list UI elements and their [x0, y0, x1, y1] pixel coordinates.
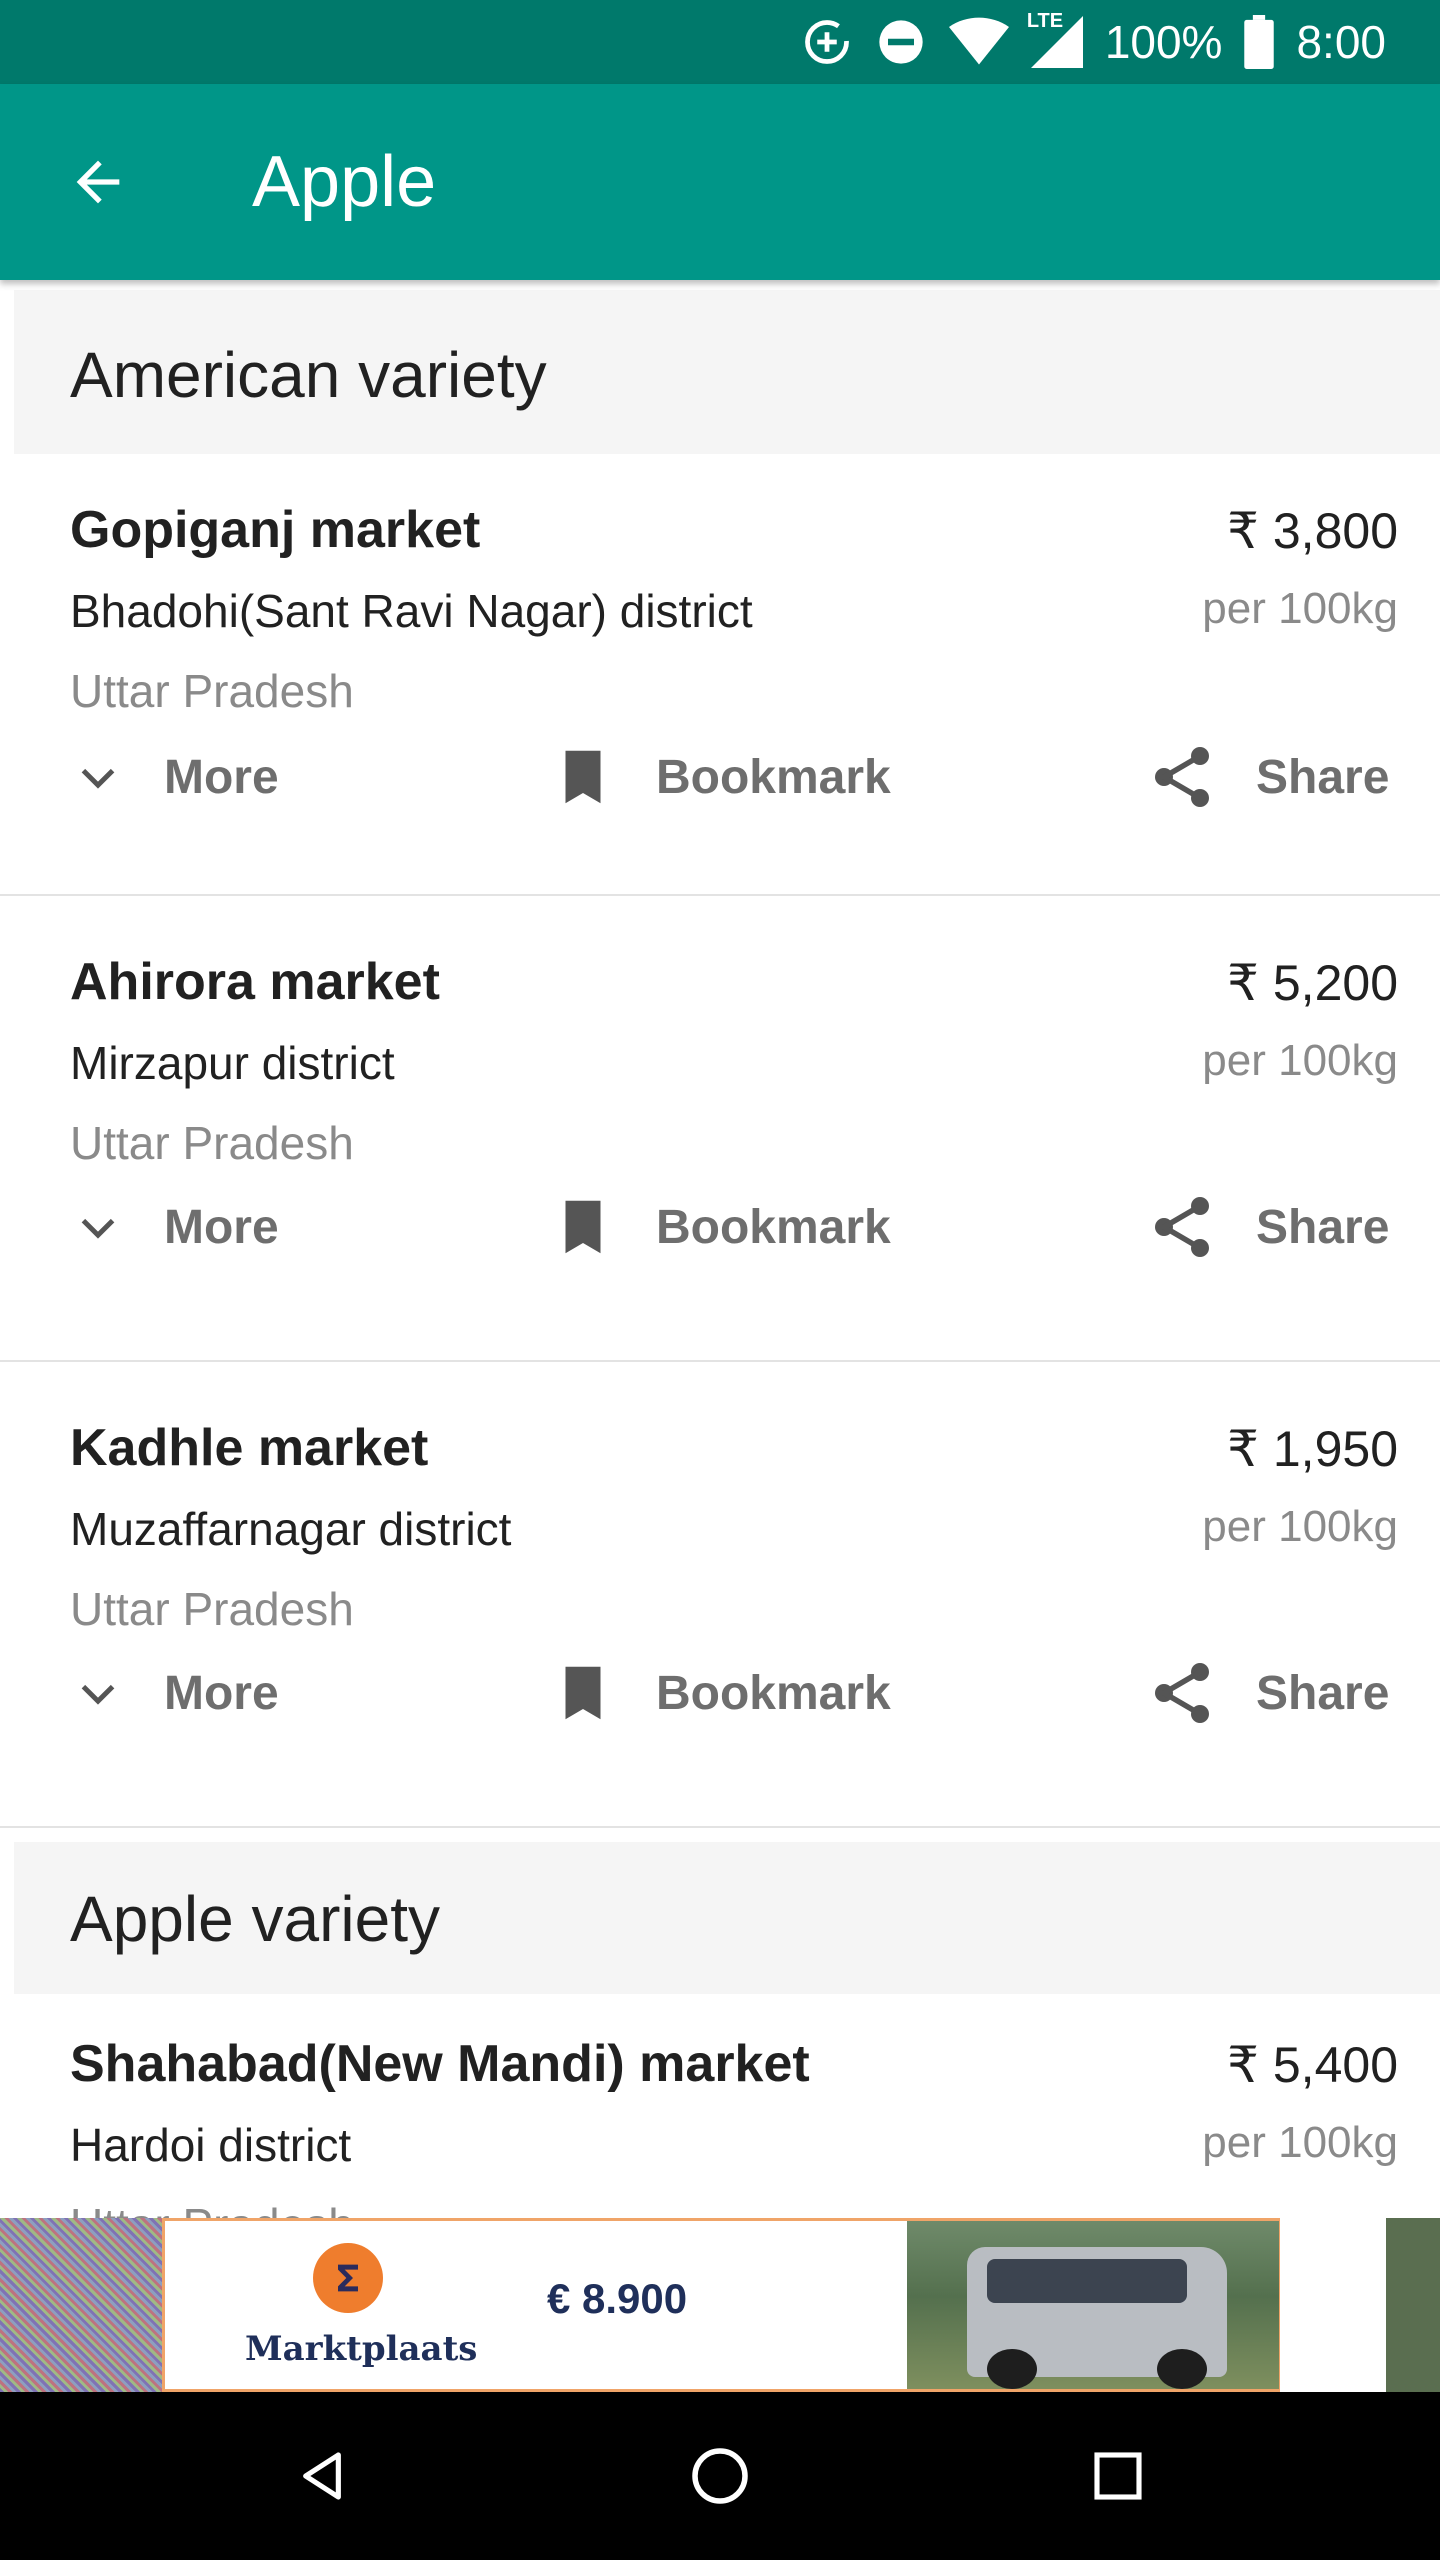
nav-back-button[interactable] [282, 2436, 362, 2516]
bookmark-button[interactable]: Bookmark [548, 1648, 891, 1738]
district: Mirzapur district [70, 1037, 395, 1089]
price: ₹ 1,950 [1227, 1421, 1398, 1477]
bookmark-icon [548, 1658, 618, 1728]
more-button[interactable]: More [70, 732, 279, 822]
share-button[interactable]: Share [1146, 1182, 1389, 1272]
market-name: Shahabad(New Mandi) market [70, 2035, 810, 2093]
wifi-icon [948, 16, 1009, 68]
more-label: More [164, 1666, 279, 1720]
share-button[interactable]: Share [1146, 732, 1389, 822]
price-unit: per 100kg [1202, 1502, 1398, 1551]
bookmark-icon [548, 742, 618, 812]
nav-home-button[interactable] [680, 2436, 760, 2516]
circle-home-icon [692, 2448, 748, 2504]
state: Uttar Pradesh [70, 1117, 354, 1169]
card-actions: More Bookmark Share [0, 1182, 1440, 1272]
share-icon [1146, 741, 1218, 813]
market-name: Kadhle market [70, 1419, 429, 1477]
system-nav-bar [0, 2392, 1440, 2560]
price: ₹ 3,800 [1227, 503, 1398, 559]
bookmark-button[interactable]: Bookmark [548, 732, 891, 822]
market-name: Gopiganj market [70, 501, 481, 559]
market-name: Ahirora market [70, 953, 440, 1011]
share-icon [1146, 1191, 1218, 1263]
district: Hardoi district [70, 2119, 352, 2171]
share-label: Share [1256, 750, 1390, 804]
price-unit: per 100kg [1202, 2118, 1398, 2167]
district: Muzaffarnagar district [70, 1503, 512, 1555]
battery-icon [1244, 15, 1275, 69]
state: Uttar Pradesh [70, 665, 354, 717]
bookmark-button[interactable]: Bookmark [548, 1182, 891, 1272]
price: ₹ 5,200 [1227, 955, 1398, 1011]
share-label: Share [1256, 1666, 1390, 1720]
price-unit: per 100kg [1202, 584, 1398, 633]
chevron-down-icon [70, 749, 126, 805]
section-header: American variety [14, 290, 1440, 454]
more-label: More [164, 750, 279, 804]
section-title: American variety [70, 339, 547, 411]
district: Bhadohi(Sant Ravi Nagar) district [70, 585, 753, 637]
network-type-label: LTE [1026, 10, 1064, 32]
ad-noise-image [0, 2218, 162, 2392]
status-bar: LTE 100% 8:00 [0, 0, 1440, 84]
share-label: Share [1256, 1200, 1390, 1254]
price: ₹ 5,400 [1227, 2037, 1398, 2093]
card-actions: More Bookmark Share [0, 1648, 1440, 1738]
data-saver-icon [801, 16, 853, 68]
van-window [987, 2259, 1187, 2303]
card-actions: More Bookmark Share [0, 732, 1440, 822]
ad-banner[interactable]: Marktplaats € 8.900 [0, 2218, 1440, 2392]
van-wheel [987, 2349, 1037, 2389]
bookmark-label: Bookmark [656, 750, 891, 804]
ad-content[interactable]: Marktplaats € 8.900 [162, 2218, 1440, 2392]
section-title: Apple variety [70, 1883, 440, 1955]
market-card: Gopiganj market ₹ 3,800 Bhadohi(Sant Rav… [0, 454, 1440, 896]
battery-percentage: 100% [1104, 16, 1223, 68]
state: Uttar Pradesh [70, 2198, 354, 2218]
van-wheel [1157, 2349, 1207, 2389]
square-recents-icon [1094, 2452, 1142, 2500]
back-button[interactable] [58, 142, 138, 222]
bookmark-label: Bookmark [656, 1200, 891, 1254]
clock: 8:00 [1296, 16, 1386, 68]
state: Uttar Pradesh [70, 1583, 354, 1635]
ad-side-image [1386, 2218, 1440, 2392]
section-header: Apple variety [14, 1842, 1440, 1994]
ad-van-image [907, 2221, 1279, 2389]
market-card: Kadhle market ₹ 1,950 Muzaffarnagar dist… [0, 1362, 1440, 1828]
market-list[interactable]: American variety Gopiganj market ₹ 3,800… [0, 280, 1440, 2218]
chevron-down-icon [70, 1199, 126, 1255]
do-not-disturb-icon [875, 16, 927, 68]
triangle-back-icon [303, 2452, 341, 2500]
more-button[interactable]: More [70, 1648, 279, 1738]
more-button[interactable]: More [70, 1182, 279, 1272]
signal-icon: LTE [1027, 10, 1083, 68]
bookmark-icon [548, 1192, 618, 1262]
share-icon [1146, 1657, 1218, 1729]
page-title: Apple [252, 142, 437, 222]
ad-price: € 8.900 [547, 2275, 688, 2322]
more-label: More [164, 1200, 279, 1254]
price-unit: per 100kg [1202, 1036, 1398, 1085]
app-bar: Apple [0, 84, 1440, 280]
chevron-down-icon [70, 1665, 126, 1721]
ad-brand: Marktplaats [245, 2329, 478, 2369]
market-card: Shahabad(New Mandi) market ₹ 5,400 Hardo… [0, 1994, 1440, 2218]
arrow-back-icon [76, 160, 120, 204]
bookmark-label: Bookmark [656, 1666, 891, 1720]
marktplaats-logo-icon [313, 2243, 383, 2313]
market-card: Ahirora market ₹ 5,200 Mirzapur district… [0, 896, 1440, 1362]
share-button[interactable]: Share [1146, 1648, 1389, 1738]
nav-recents-button[interactable] [1078, 2436, 1158, 2516]
